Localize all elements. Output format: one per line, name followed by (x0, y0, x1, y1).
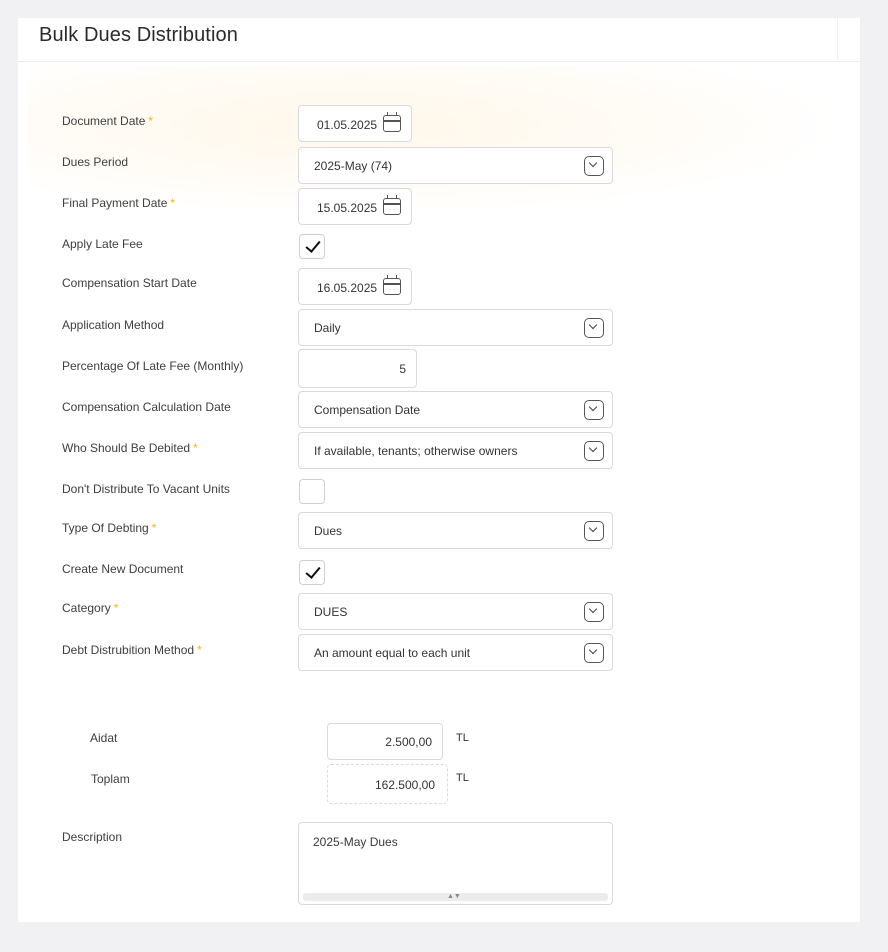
application-method-value: Daily (314, 321, 341, 335)
chevron-down-icon[interactable] (584, 602, 604, 622)
chevron-down-icon[interactable] (584, 441, 604, 461)
dont-distribute-vacant-label: Don't Distribute To Vacant Units (62, 482, 230, 496)
category-select[interactable]: DUES (298, 593, 613, 630)
aidat-amount-value: 2.500,00 (385, 735, 432, 749)
late-fee-percentage-label: Percentage Of Late Fee (Monthly) (62, 359, 244, 373)
description-value: 2025-May Dues (313, 835, 398, 849)
create-new-document-checkbox[interactable] (299, 560, 325, 585)
toplam-label: Toplam (91, 772, 130, 786)
final-payment-date-input[interactable]: 15.05.2025 (298, 188, 412, 225)
category-value: DUES (314, 605, 348, 619)
compensation-start-date-value: 16.05.2025 (317, 281, 378, 295)
late-fee-percentage-input[interactable]: 5 (298, 349, 417, 388)
category-label: Category * (62, 601, 119, 615)
aidat-amount-input[interactable]: 2.500,00 (327, 723, 443, 760)
type-of-debting-value: Dues (314, 524, 343, 538)
application-method-select[interactable]: Daily (298, 309, 613, 346)
type-of-debting-select[interactable]: Dues (298, 512, 613, 549)
compensation-start-date-input[interactable]: 16.05.2025 (298, 268, 412, 305)
calendar-icon[interactable] (383, 275, 401, 295)
card-header: Bulk Dues Distribution (18, 18, 860, 62)
dues-period-value: 2025-May (74) (314, 159, 393, 173)
final-payment-date-value: 15.05.2025 (317, 201, 378, 215)
resize-grip-icon[interactable]: ▲▼ (447, 893, 461, 901)
document-date-input[interactable]: 01.05.2025 (298, 105, 412, 142)
decorative-glow (28, 66, 848, 216)
page-title: Bulk Dues Distribution (39, 24, 238, 46)
who-debited-value: If available, tenants; otherwise owners (314, 444, 518, 458)
type-of-debting-label: Type Of Debting * (62, 521, 157, 535)
calendar-icon[interactable] (383, 195, 401, 215)
calendar-icon[interactable] (383, 112, 401, 132)
who-debited-label: Who Should Be Debited * (62, 441, 198, 455)
toplam-amount-field: 162.500,00 (327, 764, 448, 804)
compensation-calc-date-value: Compensation Date (314, 403, 421, 417)
compensation-start-date-label: Compensation Start Date (62, 276, 197, 290)
who-debited-select[interactable]: If available, tenants; otherwise owners (298, 432, 613, 469)
application-method-label: Application Method (62, 318, 165, 332)
apply-late-fee-label: Apply Late Fee (62, 237, 143, 251)
debt-distribution-method-label: Debt Distrubition Method * (62, 643, 202, 657)
debt-distribution-method-value: An amount equal to each unit (314, 646, 471, 660)
dont-distribute-vacant-checkbox[interactable] (299, 479, 325, 504)
chevron-down-icon[interactable] (584, 400, 604, 420)
chevron-down-icon[interactable] (584, 156, 604, 176)
apply-late-fee-checkbox[interactable] (299, 234, 325, 259)
document-date-value: 01.05.2025 (317, 118, 378, 132)
header-divider (837, 18, 838, 60)
compensation-calc-date-select[interactable]: Compensation Date (298, 391, 613, 428)
aidat-currency: TL (456, 732, 469, 744)
description-label: Description (62, 830, 123, 844)
description-textarea[interactable]: 2025-May Dues ▲▼ (298, 822, 613, 905)
bulk-dues-card: Bulk Dues Distribution Document Date * 01… (18, 18, 860, 922)
dues-period-label: Dues Period (62, 155, 129, 169)
final-payment-date-label: Final Payment Date * (62, 196, 176, 210)
chevron-down-icon[interactable] (584, 318, 604, 338)
debt-distribution-method-select[interactable]: An amount equal to each unit (298, 634, 613, 671)
chevron-down-icon[interactable] (584, 643, 604, 663)
toplam-currency: TL (456, 772, 469, 784)
chevron-down-icon[interactable] (584, 521, 604, 541)
create-new-document-label: Create New Document (62, 562, 184, 576)
aidat-label: Aidat (90, 731, 118, 745)
document-date-label: Document Date * (62, 114, 154, 128)
compensation-calc-date-label: Compensation Calculation Date (62, 400, 231, 414)
dues-period-select[interactable]: 2025-May (74) (298, 147, 613, 184)
late-fee-percentage-value: 5 (399, 362, 406, 376)
toplam-amount-value: 162.500,00 (374, 778, 435, 792)
